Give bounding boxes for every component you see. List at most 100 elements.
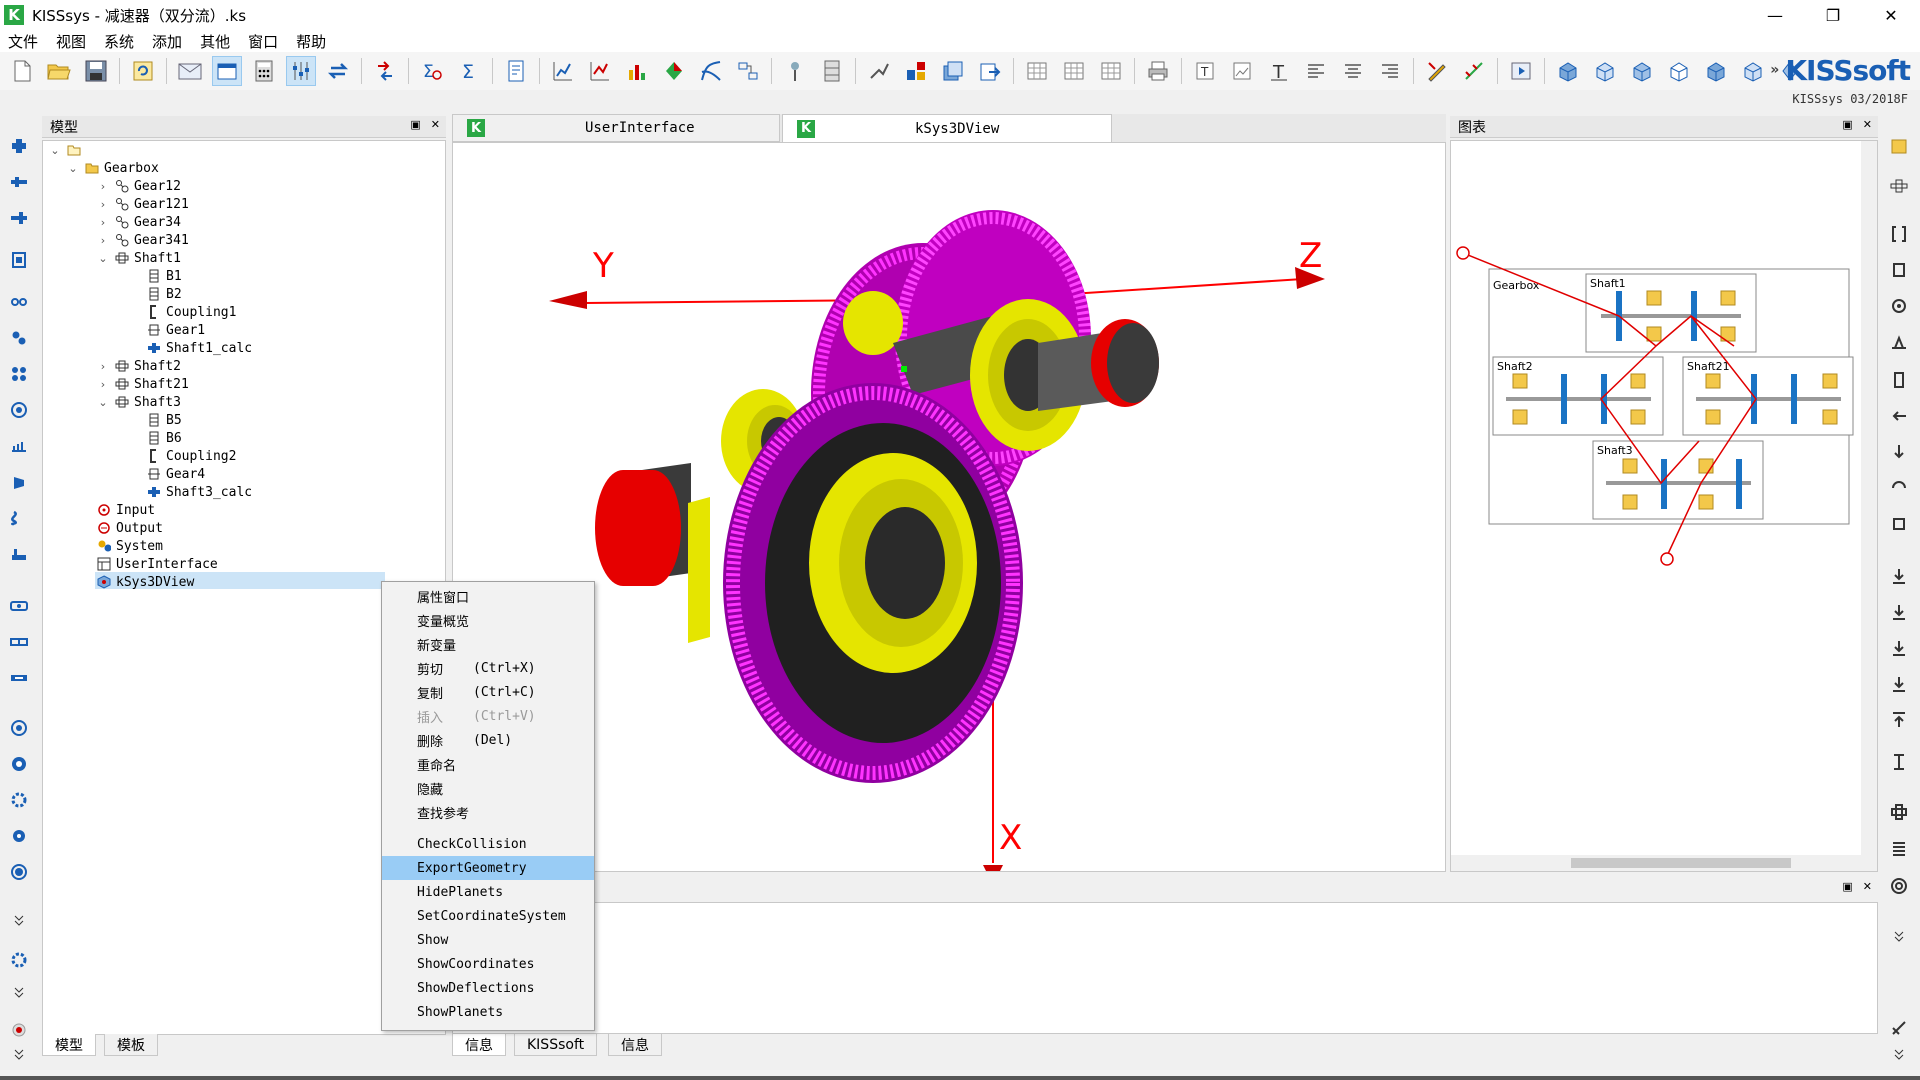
tree-node[interactable]: B5 <box>147 411 182 429</box>
menu-item-copy[interactable]: 复制 (Ctrl+C) <box>382 680 594 704</box>
tree-node[interactable]: ⌄ Shaft1 <box>97 249 181 267</box>
minimize-button[interactable]: — <box>1746 0 1804 30</box>
sensor-icon[interactable] <box>9 862 29 882</box>
branch-icon[interactable] <box>865 57 893 85</box>
text-box-icon[interactable]: T <box>1191 57 1219 85</box>
tree-node[interactable]: Coupling2 <box>147 447 236 465</box>
tree-node[interactable]: B6 <box>147 429 182 447</box>
table-add-icon[interactable] <box>1060 57 1088 85</box>
menu-help[interactable]: 帮助 <box>296 31 326 52</box>
gear-pair-icon[interactable] <box>9 328 29 348</box>
report-icon[interactable] <box>502 57 530 85</box>
play-icon[interactable] <box>1507 57 1535 85</box>
curve-icon[interactable] <box>697 57 725 85</box>
ring-gear-icon[interactable] <box>9 400 29 420</box>
load-up-icon[interactable] <box>1889 710 1909 730</box>
float-icon[interactable]: ▣ <box>1842 880 1852 893</box>
view-front-icon[interactable] <box>1554 57 1582 85</box>
menu-item-show-deflections[interactable]: ShowDeflections <box>382 976 594 1000</box>
export-icon[interactable] <box>976 57 1004 85</box>
brake-icon[interactable] <box>9 790 29 810</box>
bracket-icon[interactable] <box>1889 224 1909 244</box>
record-icon[interactable] <box>9 1020 29 1040</box>
load-down-icon[interactable] <box>1889 566 1909 586</box>
material-icon[interactable] <box>660 57 688 85</box>
tab-model[interactable]: 模型 <box>42 1034 96 1056</box>
housing-icon[interactable] <box>9 250 29 270</box>
shaft-element-icon[interactable] <box>1889 176 1909 196</box>
tree-node[interactable]: Output <box>97 519 163 537</box>
arrow-left-icon[interactable] <box>1889 406 1909 426</box>
folder-icon[interactable] <box>1889 136 1909 156</box>
gearbox-3d-model[interactable]: Y Z X <box>453 143 1446 872</box>
settings-gear-icon[interactable] <box>9 950 29 970</box>
info-panel[interactable] <box>452 902 1878 1034</box>
menu-item-variable-overview[interactable]: 变量概览 <box>382 608 594 632</box>
output-connector-icon[interactable] <box>1660 552 1674 566</box>
menu-item-delete[interactable]: 删除 (Del) <box>382 728 594 752</box>
save-icon[interactable] <box>82 57 110 85</box>
flywheel-icon[interactable] <box>9 826 29 846</box>
tree-node[interactable]: B1 <box>147 267 182 285</box>
spline-icon[interactable] <box>9 544 29 564</box>
tree-node[interactable]: › Gear34 <box>97 213 181 231</box>
motor-icon[interactable] <box>9 718 29 738</box>
refresh-icon[interactable] <box>129 57 157 85</box>
table-icon[interactable] <box>1023 57 1051 85</box>
tree-node[interactable]: › Gear341 <box>97 231 189 249</box>
block-icon[interactable] <box>1889 260 1909 280</box>
worm-gear-icon[interactable] <box>9 508 29 528</box>
moment-icon[interactable] <box>1889 478 1909 498</box>
tree-node[interactable]: System <box>97 537 163 555</box>
seal-icon[interactable] <box>1889 370 1909 390</box>
tree-node[interactable]: › Gear121 <box>97 195 189 213</box>
gear-element-icon[interactable] <box>1889 802 1909 822</box>
tool-measure-icon[interactable] <box>1460 57 1488 85</box>
ring-icon[interactable] <box>1889 876 1909 896</box>
tree-node-selected[interactable]: kSys3DView <box>97 573 194 591</box>
close-panel-icon[interactable]: ✕ <box>431 118 440 131</box>
load-down-icon-3[interactable] <box>1889 638 1909 658</box>
support-icon[interactable] <box>1889 514 1909 534</box>
menu-item-hide[interactable]: 隐藏 <box>382 776 594 800</box>
transfer-icon[interactable] <box>371 57 399 85</box>
scroll-down-icon-2[interactable] <box>9 982 29 1002</box>
window-layout-icon[interactable] <box>212 56 242 86</box>
view-back-icon[interactable] <box>1665 57 1693 85</box>
menu-item-show[interactable]: Show <box>382 928 594 952</box>
link-icon[interactable] <box>1889 1018 1909 1038</box>
menu-item-export-geometry[interactable]: ExportGeometry <box>382 856 594 880</box>
calculator-icon[interactable] <box>250 57 278 85</box>
menu-window[interactable]: 窗口 <box>248 31 278 52</box>
color-blocks-icon[interactable] <box>902 57 930 85</box>
adjust-sliders-icon[interactable] <box>286 56 316 86</box>
load-icon[interactable] <box>9 754 29 774</box>
tool-pen-icon[interactable] <box>1423 57 1451 85</box>
tree-node[interactable]: › Shaft21 <box>97 375 189 393</box>
menu-item-set-coordinate-system[interactable]: SetCoordinateSystem <box>382 904 594 928</box>
tree-node[interactable]: B2 <box>147 285 182 303</box>
tree-node[interactable]: ⌄ Gearbox <box>67 159 158 177</box>
tree-node[interactable]: ⌄ Shaft3 <box>97 393 181 411</box>
shaft-gear-icon[interactable] <box>9 208 29 228</box>
tree-node[interactable]: › Shaft2 <box>97 357 181 375</box>
align-center-icon[interactable] <box>1339 57 1367 85</box>
gearbox-schematic[interactable]: Gearbox Shaft1 Shaft2 Shaft21 Shaft3 <box>1451 141 1861 841</box>
print-icon[interactable] <box>1144 57 1172 85</box>
sum-check-icon[interactable]: Σ <box>418 57 446 85</box>
tree-node[interactable]: › Gear12 <box>97 177 181 195</box>
menu-item-cut[interactable]: 剪切 (Ctrl+X) <box>382 656 594 680</box>
scroll-down-icon-right-2[interactable] <box>1889 1044 1909 1064</box>
close-panel-icon[interactable]: ✕ <box>1863 118 1872 131</box>
probe-icon[interactable] <box>781 57 809 85</box>
chart-icon[interactable] <box>549 57 577 85</box>
menu-item-new-variable[interactable]: 新变量 <box>382 632 594 656</box>
planetary-icon[interactable] <box>9 364 29 384</box>
load-down-icon-2[interactable] <box>1889 602 1909 622</box>
text-icon[interactable]: T <box>1265 57 1293 85</box>
force-icon[interactable] <box>1889 442 1909 462</box>
bar-chart-icon[interactable] <box>623 57 651 85</box>
menu-view[interactable]: 视图 <box>56 31 86 52</box>
tab-info-2[interactable]: 信息 <box>608 1034 662 1056</box>
align-right-icon[interactable] <box>1376 57 1404 85</box>
